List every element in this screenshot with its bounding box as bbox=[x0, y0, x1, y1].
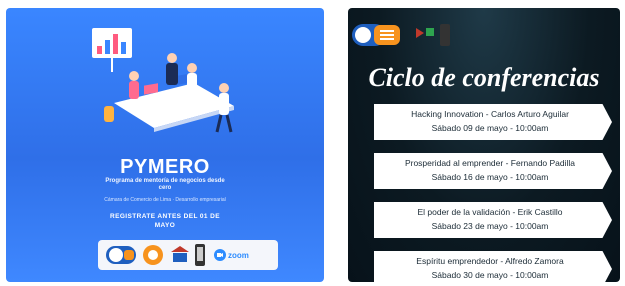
business-meeting-illustration bbox=[92, 28, 234, 133]
zoom-icon bbox=[214, 249, 226, 261]
cyb-logo-icon bbox=[106, 246, 136, 264]
conference-item-date: Sábado 09 de mayo - 10:00am bbox=[431, 123, 549, 133]
conference-item-date: Sábado 30 de mayo - 10:00am bbox=[431, 270, 549, 280]
conference-item-date: Sábado 16 de mayo - 10:00am bbox=[431, 172, 549, 182]
pymero-poster: PYMERO Programa de mentoría de negocios … bbox=[6, 8, 324, 282]
conference-item-topic: Hacking Innovation - Carlos Arturo Aguil… bbox=[411, 109, 569, 119]
sponsor-logos: zoom bbox=[98, 240, 278, 270]
pymero-note: Cámara de Comercio de Lima · Desarrollo … bbox=[104, 197, 226, 203]
header-logos bbox=[352, 24, 450, 46]
conference-item: Hacking Innovation - Carlos Arturo Aguil… bbox=[374, 104, 612, 140]
zoom-label: zoom bbox=[228, 250, 249, 260]
conference-item: Espíritu emprendedor - Alfredo Zamora Sá… bbox=[374, 251, 612, 282]
university-logo-icon bbox=[171, 246, 189, 262]
conference-item: Prosperidad al emprender - Fernando Padi… bbox=[374, 153, 612, 189]
zoom-logo: zoom bbox=[214, 249, 249, 261]
registration-cta[interactable]: REGISTRATE ANTES DEL 01 DE MAYO bbox=[106, 212, 224, 230]
conference-title: Ciclo de conferencias bbox=[368, 63, 600, 92]
sponsor-circle-logo-icon bbox=[143, 245, 163, 265]
conference-item-date: Sábado 23 de mayo - 10:00am bbox=[431, 221, 549, 231]
phone-logo-icon bbox=[195, 244, 205, 266]
pymero-title: PYMERO bbox=[120, 156, 210, 178]
conference-item-topic: El poder de la validación - Erik Castill… bbox=[417, 207, 563, 217]
phone-logo-icon bbox=[440, 24, 450, 46]
university-logo-icon bbox=[416, 28, 424, 38]
conference-item: El poder de la validación - Erik Castill… bbox=[374, 202, 612, 238]
pymero-subtitle: Programa de mentoría de negocios desde c… bbox=[105, 178, 225, 191]
conference-item-topic: Prosperidad al emprender - Fernando Padi… bbox=[404, 158, 576, 168]
conference-poster: Ciclo de conferencias Hacking Innovation… bbox=[348, 8, 620, 282]
conference-item-topic: Espíritu emprendedor - Alfredo Zamora bbox=[416, 256, 564, 266]
